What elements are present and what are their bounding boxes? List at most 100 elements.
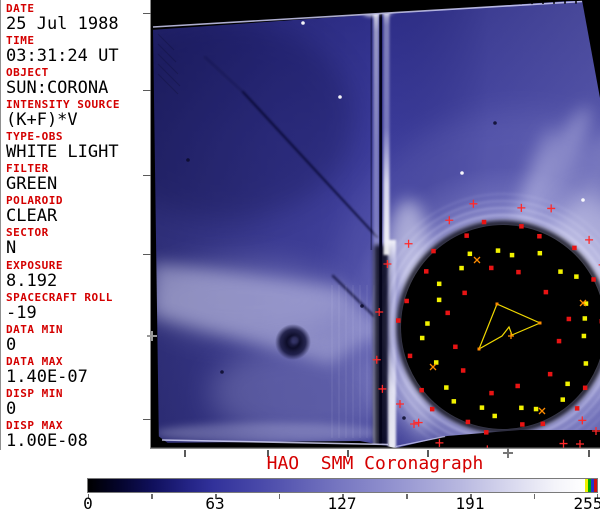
metadata-label: DATA MIN <box>6 322 63 336</box>
star-marker <box>574 406 580 411</box>
metadata-label: DISP MAX <box>6 418 63 432</box>
image-title: HAO SMM Coronagraph <box>266 453 484 474</box>
star-marker <box>537 250 543 256</box>
metadata-value: 8.192 <box>6 270 58 291</box>
star-marker <box>540 421 546 427</box>
star-marker <box>431 248 436 254</box>
star-marker <box>404 298 409 304</box>
star-marker <box>492 413 497 419</box>
metadata-entry: DATA MAX 1.40E-07 <box>1 355 150 388</box>
star-marker <box>481 219 487 225</box>
metadata-value: CLEAR <box>6 206 58 227</box>
polygon-vertex-dot <box>538 321 542 325</box>
colorbar-gradient <box>88 479 585 492</box>
star-marker <box>467 251 473 257</box>
bright-speck <box>338 95 342 99</box>
metadata-entry: DATE 25 Jul 1988 <box>1 0 150 35</box>
colorbar-scale-value: 191 <box>455 494 485 512</box>
metadata-value: -19 <box>6 302 37 323</box>
metadata-value: 1.40E-07 <box>6 366 88 387</box>
bright-speck <box>301 21 305 25</box>
colorbar-stripe <box>594 479 597 492</box>
metadata-value: 03:31:24 UT <box>6 46 119 67</box>
star-marker <box>459 265 464 271</box>
metadata-entry: DISP MAX 1.00E-08 <box>1 418 150 452</box>
star-marker <box>591 277 596 282</box>
dark-speck <box>493 121 497 125</box>
colorbar-tick <box>406 494 408 499</box>
metadata-value: GREEN <box>6 174 58 195</box>
star-marker <box>444 385 449 390</box>
polygon-vertex-dot <box>477 347 481 351</box>
star-marker <box>556 338 562 344</box>
metadata-label: EXPOSURE <box>6 258 63 272</box>
star-marker <box>451 399 457 404</box>
star-marker <box>582 385 588 391</box>
intensity-colorbar <box>87 478 598 493</box>
star-marker <box>429 406 435 412</box>
metadata-label: SECTOR <box>6 226 49 240</box>
star-marker <box>515 383 520 389</box>
star-marker <box>565 381 570 387</box>
star-marker <box>581 333 587 339</box>
star-marker <box>537 233 542 239</box>
metadata-value: 25 Jul 1988 <box>6 14 119 34</box>
metadata-entry: DATA MIN 0 <box>1 322 150 356</box>
star-marker <box>396 318 401 323</box>
metadata-entry: INTENSITY SOURCE (K+F)*V <box>1 99 150 131</box>
metadata-label: DISP MIN <box>6 386 63 400</box>
star-marker <box>519 405 524 411</box>
star-marker <box>479 405 485 410</box>
star-marker <box>489 390 494 396</box>
frame-tick <box>142 12 151 15</box>
star-marker <box>583 361 589 366</box>
metadata-value: 0 <box>6 334 17 355</box>
dark-speck <box>220 370 224 374</box>
star-marker <box>436 281 442 287</box>
colorbar-tick <box>151 494 153 499</box>
star-marker <box>419 335 425 341</box>
star-marker <box>519 224 524 229</box>
star-marker <box>424 269 429 274</box>
colorbar-scale-value: 127 <box>327 494 357 512</box>
colorbar-tick <box>533 494 535 499</box>
colorbar-scale-value: 63 <box>205 494 225 512</box>
dark-speck <box>186 158 190 162</box>
frame-tick <box>142 418 151 421</box>
star-marker <box>453 344 458 350</box>
star-marker <box>566 316 572 322</box>
coronagraph-viewer-window: DATE 25 Jul 1988 TIME 03:31:24 UT OBJECT SUN:… <box>0 0 600 512</box>
star-marker <box>572 245 577 251</box>
star-marker <box>436 297 442 303</box>
star-marker <box>445 310 450 316</box>
metadata-entry: FILTER GREEN <box>1 163 150 195</box>
metadata-value: 0 <box>6 398 17 419</box>
star-marker <box>407 353 413 359</box>
star-marker <box>558 269 563 274</box>
metadata-entry: EXPOSURE 8.192 <box>1 258 150 292</box>
dark-speck <box>402 416 406 420</box>
star-marker <box>433 360 439 365</box>
metadata-value: WHITE LIGHT <box>6 142 119 163</box>
sidebar-metadata-panel: DATE 25 Jul 1988 TIME 03:31:24 UT OBJECT SUN:… <box>1 0 150 450</box>
star-marker <box>460 368 466 373</box>
star-marker <box>464 233 469 238</box>
film-striations <box>331 285 375 438</box>
star-marker <box>509 252 515 258</box>
metadata-value: SUN:CORONA <box>6 78 109 99</box>
bright-speck <box>460 171 464 175</box>
star-marker <box>574 274 579 279</box>
colorbar-scale-value: 255 <box>573 494 600 512</box>
metadata-value: (K+F)*V <box>6 110 78 131</box>
star-marker <box>560 397 566 402</box>
metadata-entry: SPACECRAFT ROLL -19 <box>1 291 150 324</box>
star-marker <box>419 387 424 393</box>
frame-tick <box>151 331 153 341</box>
star-marker <box>533 406 539 412</box>
star-marker <box>582 316 588 321</box>
coronagraph-image <box>150 0 600 449</box>
star-marker <box>495 248 501 253</box>
metadata-value: 1.00E-08 <box>6 430 88 451</box>
metadata-entry: OBJECT SUN:CORONA <box>1 67 150 99</box>
star-marker <box>462 290 467 296</box>
